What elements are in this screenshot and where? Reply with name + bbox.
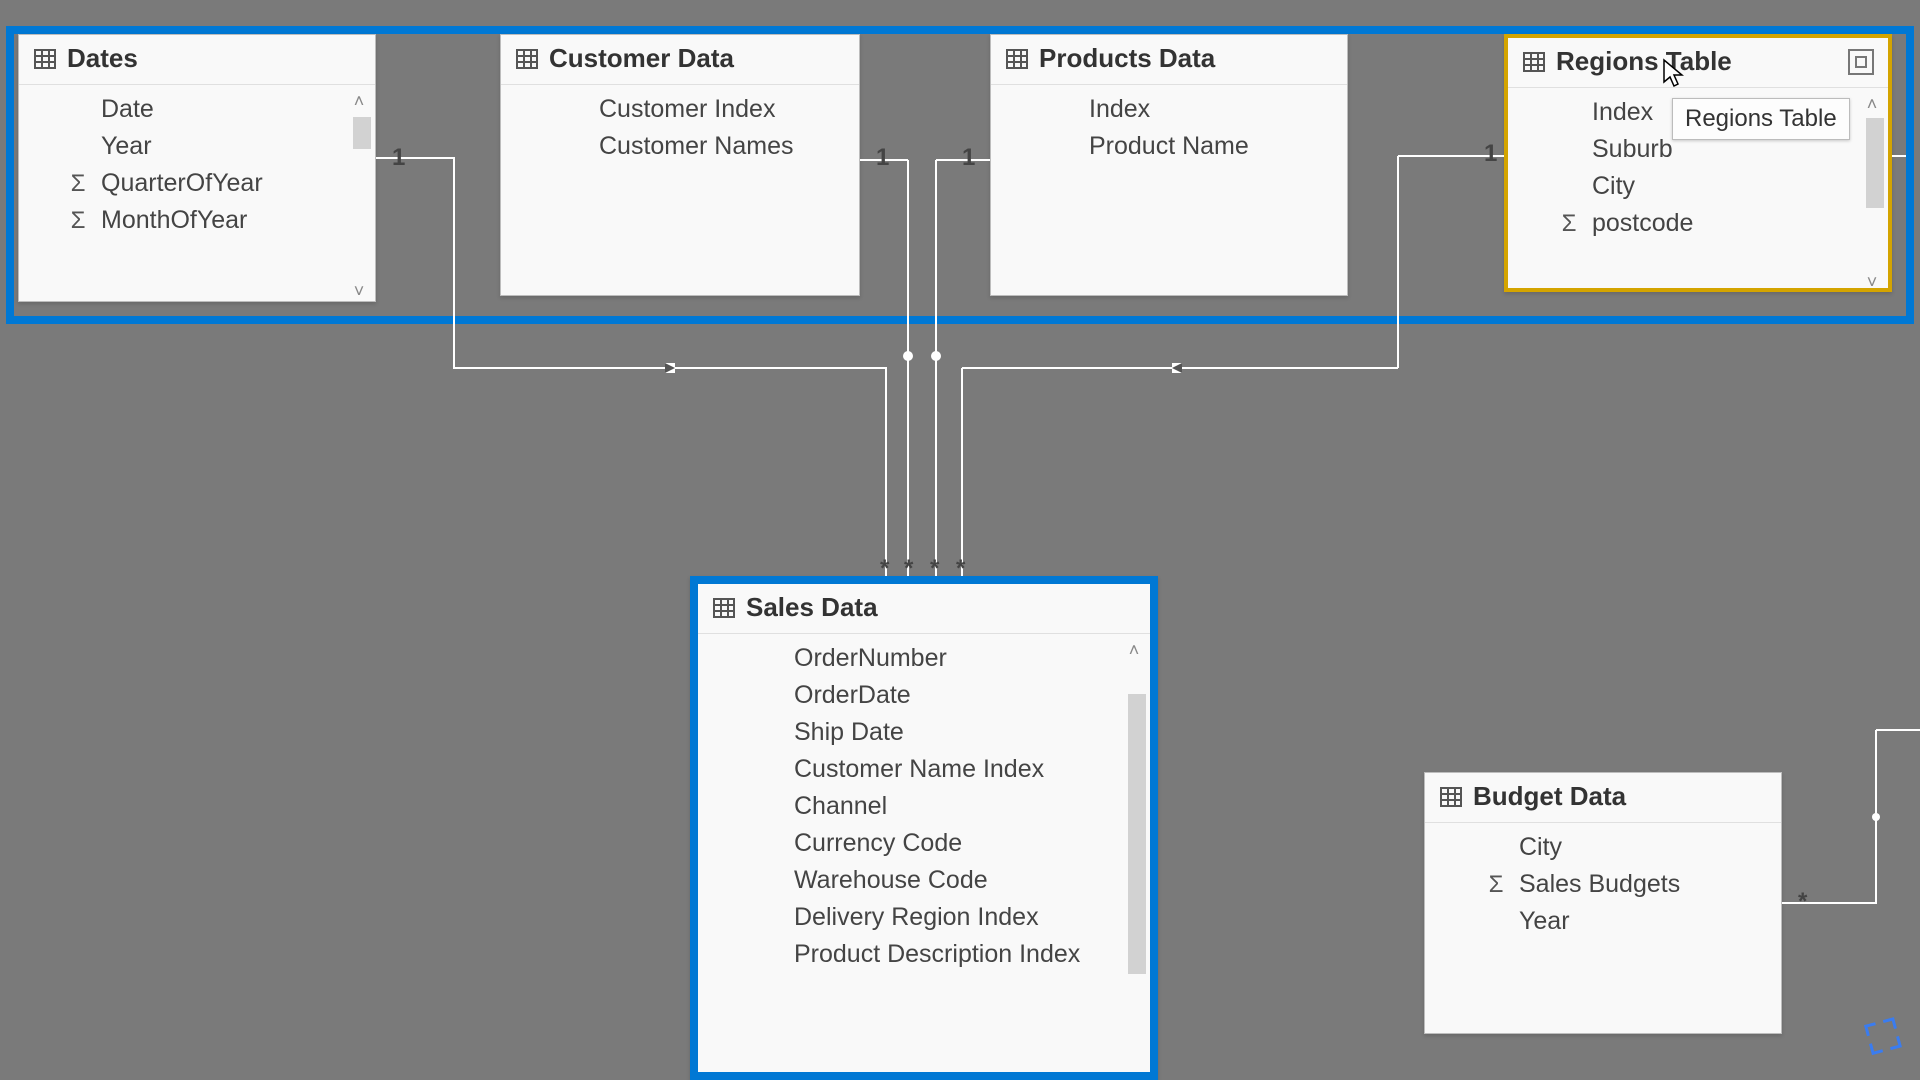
field-label: Index [1089, 95, 1150, 124]
field-label: City [1592, 172, 1635, 201]
field-label: OrderNumber [794, 644, 947, 673]
field-label: Ship Date [794, 718, 904, 747]
field-label: Product Description Index [794, 940, 1080, 969]
field-label: postcode [1592, 209, 1693, 238]
scroll-down-icon[interactable]: ˅ [349, 281, 369, 301]
table-customer-data[interactable]: Customer Data Customer Index Customer Nam… [500, 34, 860, 296]
field-row[interactable]: Product Name [991, 128, 1347, 165]
cardinality-many: * [904, 555, 913, 583]
field-label: Sales Budgets [1519, 870, 1680, 899]
field-row[interactable]: Sales Budgets [1425, 866, 1781, 903]
table-title: Products Data [1039, 43, 1215, 74]
field-label: Customer Names [599, 132, 794, 161]
field-row[interactable]: Customer Name Index [698, 751, 1150, 788]
scroll-thumb[interactable] [1128, 694, 1146, 974]
field-row[interactable]: Customer Index [501, 91, 859, 128]
table-dates[interactable]: Dates ˄ Date Year QuarterOfYear MonthOfYear… [18, 34, 376, 302]
cardinality-one: 1 [876, 144, 889, 172]
scroll-up-icon[interactable]: ˄ [1124, 640, 1144, 660]
cardinality-many: * [880, 555, 889, 583]
sigma-icon [63, 170, 93, 198]
field-row[interactable]: Currency Code [698, 825, 1150, 862]
field-label: Customer Name Index [794, 755, 1044, 784]
field-row[interactable]: City [1508, 168, 1888, 205]
table-budget-data[interactable]: Budget Data City Sales Budgets Year [1424, 772, 1782, 1034]
cardinality-one: 1 [1484, 140, 1497, 168]
field-row[interactable]: Warehouse Code [698, 862, 1150, 899]
field-row[interactable]: Date [19, 91, 375, 128]
table-icon [1439, 785, 1463, 809]
field-row[interactable]: OrderNumber [698, 640, 1150, 677]
table-title: Regions Table [1556, 46, 1732, 77]
field-label: Suburb [1592, 135, 1673, 164]
table-icon [515, 47, 539, 71]
field-row[interactable]: Index [991, 91, 1347, 128]
field-label: Delivery Region Index [794, 903, 1039, 932]
field-label: Year [1519, 907, 1570, 936]
table-title: Customer Data [549, 43, 734, 74]
sigma-icon [1554, 210, 1584, 238]
field-label: City [1519, 833, 1562, 862]
field-label: MonthOfYear [101, 206, 247, 235]
table-title: Dates [67, 43, 138, 74]
field-row[interactable]: Ship Date [698, 714, 1150, 751]
fit-to-screen-icon[interactable] [1861, 1014, 1907, 1066]
field-row[interactable]: Customer Names [501, 128, 859, 165]
field-row[interactable]: Delivery Region Index [698, 899, 1150, 936]
cardinality-many: * [1798, 888, 1807, 916]
field-row[interactable]: Product Description Index [698, 936, 1150, 973]
table-icon [1522, 50, 1546, 74]
table-title: Budget Data [1473, 781, 1626, 812]
table-icon [712, 596, 736, 620]
scroll-thumb[interactable] [353, 117, 371, 149]
field-label: Date [101, 95, 154, 124]
field-row[interactable]: OrderDate [698, 677, 1150, 714]
field-label: Customer Index [599, 95, 775, 124]
field-row[interactable]: postcode [1508, 205, 1888, 242]
field-label: OrderDate [794, 681, 911, 710]
table-regions-table[interactable]: Regions Table ˄ IndexSuburbCitypostcode … [1504, 34, 1892, 292]
scroll-up-icon[interactable]: ˄ [1862, 94, 1882, 114]
sigma-icon [1481, 871, 1511, 899]
field-label: Currency Code [794, 829, 962, 858]
table-icon [33, 47, 57, 71]
cardinality-one: 1 [962, 144, 975, 172]
tooltip-regions-table: Regions Table [1672, 98, 1850, 140]
field-label: Product Name [1089, 132, 1249, 161]
scroll-down-icon[interactable]: ˅ [1862, 272, 1882, 292]
cardinality-many: * [956, 555, 965, 583]
field-row[interactable]: Channel [698, 788, 1150, 825]
field-label: Year [101, 132, 152, 161]
scroll-thumb[interactable] [1866, 118, 1884, 208]
table-icon [1005, 47, 1029, 71]
field-row[interactable]: City [1425, 829, 1781, 866]
table-title: Sales Data [746, 592, 878, 623]
cursor-icon [1662, 58, 1684, 88]
table-products-data[interactable]: Products Data Index Product Name [990, 34, 1348, 296]
cardinality-one: 1 [392, 144, 405, 172]
scroll-up-icon[interactable]: ˄ [349, 91, 369, 111]
field-row[interactable]: QuarterOfYear [19, 165, 375, 202]
field-row[interactable]: Year [1425, 903, 1781, 940]
field-label: QuarterOfYear [101, 169, 263, 198]
field-label: Channel [794, 792, 887, 821]
field-row[interactable]: MonthOfYear [19, 202, 375, 239]
field-row[interactable]: Year [19, 128, 375, 165]
sigma-icon [63, 207, 93, 235]
table-sales-data[interactable]: Sales Data ˄ OrderNumber OrderDate Ship Da… [690, 576, 1158, 1080]
field-label: Warehouse Code [794, 866, 988, 895]
field-label: Index [1592, 98, 1653, 127]
cardinality-many: * [930, 555, 939, 583]
maximize-icon[interactable] [1848, 49, 1874, 75]
